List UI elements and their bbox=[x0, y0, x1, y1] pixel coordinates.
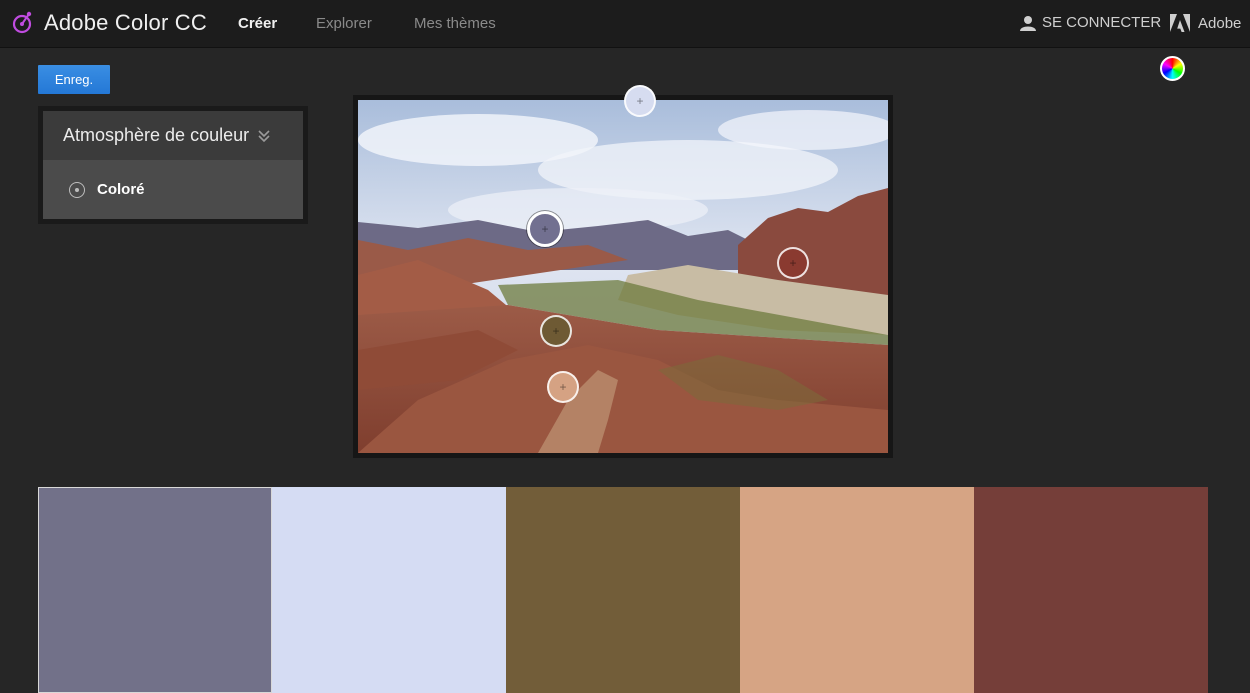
color-picker-handle[interactable]: + bbox=[540, 315, 572, 347]
color-palette bbox=[38, 487, 1208, 693]
save-button[interactable]: Enreg. bbox=[38, 65, 110, 94]
color-mood-option-label: Coloré bbox=[97, 181, 145, 198]
plus-icon: + bbox=[636, 94, 644, 108]
color-picker-handle[interactable]: + bbox=[624, 85, 656, 117]
plus-icon: + bbox=[789, 256, 797, 270]
color-swatch[interactable] bbox=[272, 487, 506, 693]
double-chevron-down-icon[interactable] bbox=[257, 129, 271, 143]
color-picker-handle-active[interactable]: + bbox=[527, 211, 563, 247]
adobe-logo-icon bbox=[1170, 14, 1190, 32]
color-swatch[interactable] bbox=[740, 487, 974, 693]
color-swatch[interactable] bbox=[38, 487, 272, 693]
color-swatch[interactable] bbox=[974, 487, 1208, 693]
plus-icon: + bbox=[559, 380, 567, 394]
brand-title[interactable]: Adobe Color CC bbox=[44, 10, 207, 36]
color-mood-header[interactable]: Atmosphère de couleur bbox=[43, 111, 303, 160]
color-picker-handle[interactable]: + bbox=[547, 371, 579, 403]
adobe-label: Adobe bbox=[1198, 14, 1242, 32]
nav-explore[interactable]: Explorer bbox=[316, 15, 372, 32]
plus-icon: + bbox=[552, 324, 560, 338]
adobe-color-logo-icon[interactable] bbox=[12, 10, 34, 36]
top-bar: Adobe Color CC Créer Explorer Mes thèmes… bbox=[0, 0, 1250, 48]
color-picker-handle[interactable]: + bbox=[777, 247, 809, 279]
image-frame: + + + + + bbox=[353, 85, 893, 458]
color-mood-title: Atmosphère de couleur bbox=[63, 125, 250, 145]
color-swatch[interactable] bbox=[506, 487, 740, 693]
plus-icon: + bbox=[541, 222, 549, 236]
nav-create[interactable]: Créer bbox=[238, 15, 277, 32]
color-mood-panel: Atmosphère de couleur Coloré bbox=[38, 106, 308, 224]
nav-my-themes[interactable]: Mes thèmes bbox=[414, 15, 496, 32]
adobe-link[interactable]: Adobe bbox=[1170, 14, 1241, 32]
signin-label: SE CONNECTER bbox=[1042, 14, 1162, 31]
user-icon bbox=[1020, 15, 1036, 31]
color-wheel-icon[interactable] bbox=[1160, 56, 1185, 81]
signin-link[interactable]: SE CONNECTER bbox=[1020, 14, 1161, 31]
landscape-photo[interactable] bbox=[358, 100, 888, 453]
radio-icon[interactable] bbox=[69, 181, 85, 198]
color-mood-option[interactable]: Coloré bbox=[43, 160, 303, 219]
